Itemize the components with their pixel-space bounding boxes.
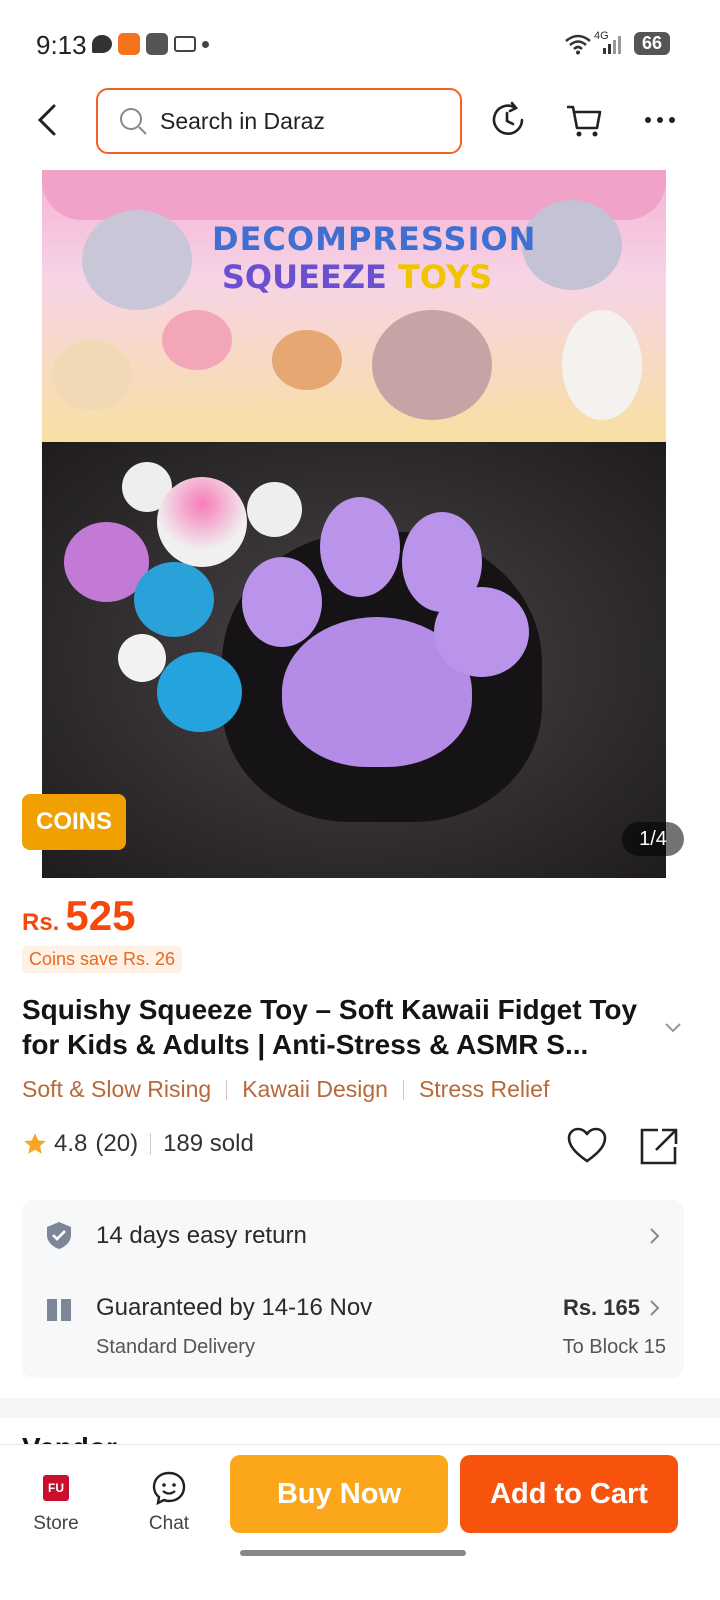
battery-indicator: 66 xyxy=(633,32,670,55)
home-indicator[interactable] xyxy=(240,1550,466,1556)
wishlist-button[interactable] xyxy=(566,1126,608,1166)
image-counter: 1/4 xyxy=(622,822,684,856)
top-navigation: Search in Daraz xyxy=(0,86,720,156)
status-bar: 9:13 4G 66 xyxy=(0,0,720,92)
video-notification-icon xyxy=(174,36,196,52)
search-icon xyxy=(118,106,148,136)
product-title: Squishy Squeeze Toy – Soft Kawaii Fidget… xyxy=(22,994,638,1060)
heart-icon xyxy=(567,1127,607,1163)
search-placeholder: Search in Daraz xyxy=(160,107,325,134)
delivery-destination: To Block 15 xyxy=(562,1336,666,1358)
store-logo-icon: FU xyxy=(43,1475,69,1501)
price-currency: Rs. xyxy=(22,909,60,936)
delivery-box-icon xyxy=(44,1294,74,1324)
coins-badge: COINS xyxy=(22,794,126,850)
product-image-gallery[interactable]: DECOMPRESSION SQUEEZE TOYS xyxy=(42,170,666,878)
chevron-right-icon xyxy=(648,1226,662,1246)
service-info-card: 14 days easy return Guaranteed by 14-16 … xyxy=(22,1200,684,1378)
coins-save-badge: Coins save Rs. 26 xyxy=(22,946,183,973)
history-button[interactable] xyxy=(488,100,528,140)
chevron-right-icon xyxy=(648,1298,662,1318)
bottom-action-bar: FU Store Chat Buy Now Add to Cart xyxy=(0,1444,720,1600)
system-icons: 66 xyxy=(564,32,670,55)
more-notifications-icon xyxy=(202,40,209,48)
divider xyxy=(226,1079,228,1100)
back-button[interactable] xyxy=(28,100,68,140)
return-policy-text: 14 days easy return xyxy=(96,1222,307,1249)
divider xyxy=(402,1079,404,1100)
delivery-type-text: Standard Delivery xyxy=(96,1336,255,1358)
divider xyxy=(150,1133,152,1155)
chevron-left-icon xyxy=(37,104,56,136)
chat-button[interactable]: Chat xyxy=(129,1469,209,1535)
delivery-price: Rs. 165 xyxy=(562,1295,640,1320)
photo-notification-icon xyxy=(146,33,168,55)
sold-count: 189 sold xyxy=(163,1130,254,1157)
status-time: 9:13 xyxy=(36,30,87,60)
chevron-down-icon xyxy=(665,1023,681,1033)
product-highlights: Soft & Slow Rising Kawaii Design Stress … xyxy=(22,1076,549,1103)
highlight-tag: Soft & Slow Rising xyxy=(22,1076,212,1102)
highlight-tag: Kawaii Design xyxy=(242,1076,388,1102)
chat-label: Chat xyxy=(148,1513,190,1534)
more-options-button[interactable] xyxy=(640,100,680,140)
product-photo xyxy=(42,442,666,878)
notification-icons xyxy=(92,33,209,55)
cart-icon xyxy=(567,105,602,137)
buy-now-button[interactable]: Buy Now xyxy=(230,1455,448,1533)
rating-value: 4.8 xyxy=(54,1130,88,1157)
delivery-row[interactable]: Guaranteed by 14-16 Nov Standard Deliver… xyxy=(22,1280,684,1376)
package-header-art: DECOMPRESSION SQUEEZE TOYS xyxy=(42,170,666,442)
cart-button[interactable] xyxy=(564,100,604,140)
add-to-cart-button[interactable]: Add to Cart xyxy=(460,1455,678,1533)
signal-icon xyxy=(602,33,624,55)
chat-icon xyxy=(150,1469,188,1507)
shield-check-icon xyxy=(44,1220,74,1250)
app-notification-icon xyxy=(118,33,140,55)
share-button[interactable] xyxy=(638,1126,680,1166)
wifi-icon xyxy=(564,33,592,55)
message-notification-icon xyxy=(92,35,112,53)
more-icon xyxy=(645,117,675,123)
store-button[interactable]: FU Store xyxy=(16,1469,96,1535)
return-policy-row[interactable]: 14 days easy return xyxy=(22,1200,684,1272)
section-divider xyxy=(0,1398,720,1418)
star-icon xyxy=(22,1131,48,1157)
share-icon xyxy=(640,1128,678,1165)
rating-count: (20) xyxy=(95,1130,139,1157)
rating-row[interactable]: 4.8 (20) 189 sold xyxy=(22,1130,254,1158)
highlight-tag: Stress Relief xyxy=(418,1076,550,1102)
delivery-guarantee-text: Guaranteed by 14-16 Nov xyxy=(96,1294,373,1321)
store-label: Store xyxy=(33,1513,79,1534)
price-amount: 525 xyxy=(65,892,136,939)
package-title: DECOMPRESSION SQUEEZE TOYS xyxy=(212,220,537,296)
refresh-icon xyxy=(492,101,524,135)
expand-title-button[interactable] xyxy=(662,1016,684,1038)
search-input[interactable]: Search in Daraz xyxy=(96,88,462,154)
product-price: Rs. 525 xyxy=(22,892,135,940)
